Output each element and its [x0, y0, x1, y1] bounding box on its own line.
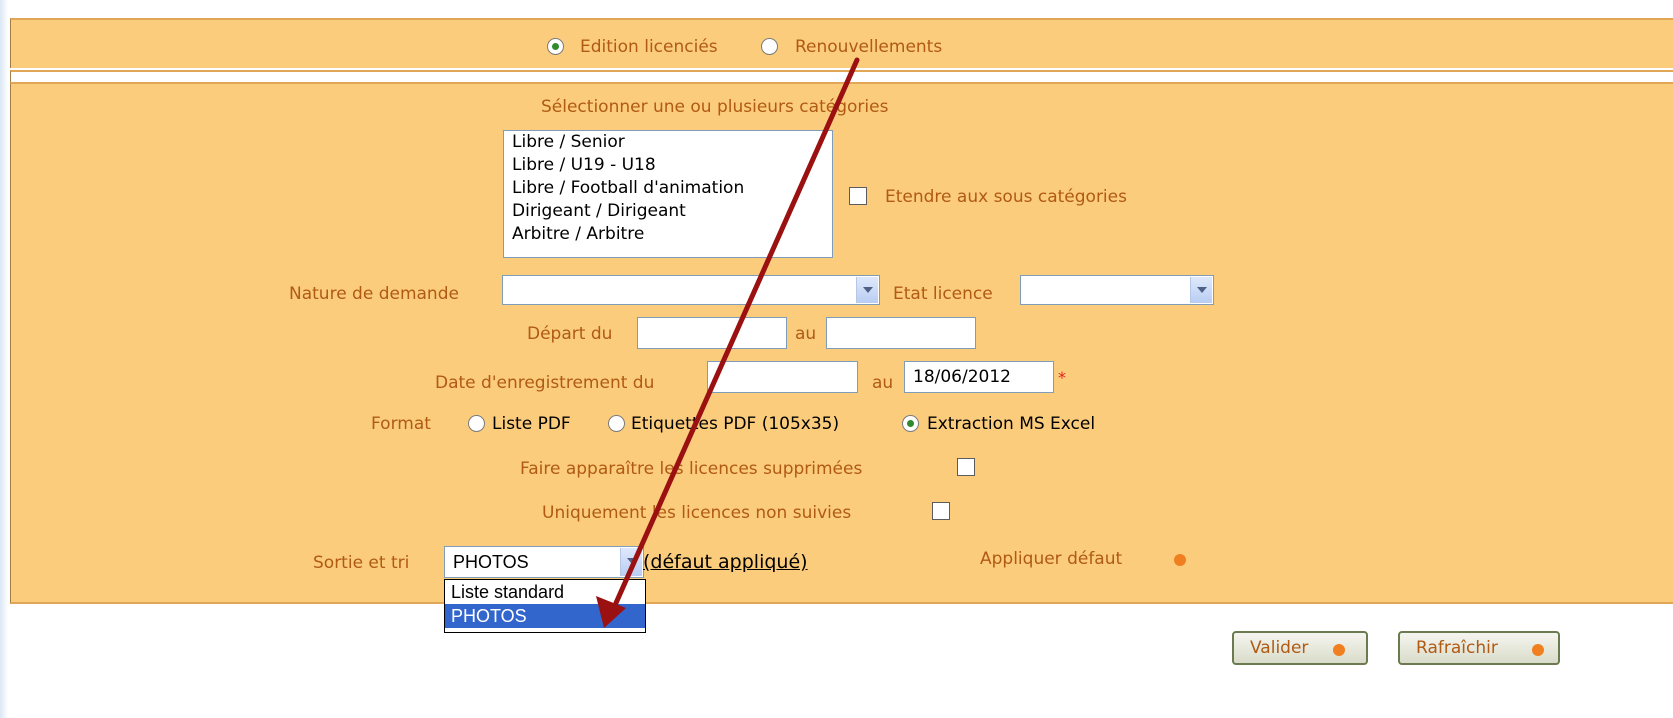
annotation-arrow-icon — [596, 57, 860, 628]
page: Edition licenciés Renouvellements Sélect… — [0, 0, 1673, 718]
